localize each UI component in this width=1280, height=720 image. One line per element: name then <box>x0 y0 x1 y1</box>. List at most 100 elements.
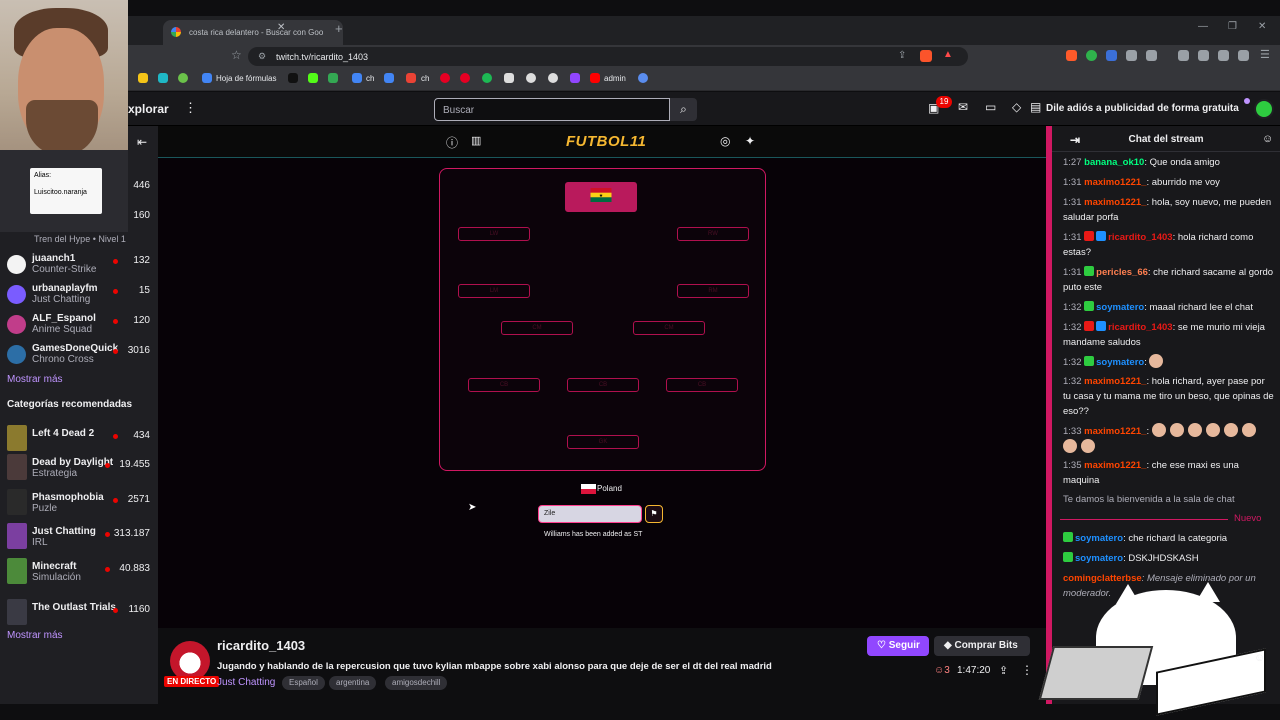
streamer-avatar[interactable] <box>170 641 210 681</box>
sidebar-channel-juaanch1[interactable]: juaanch1 Counter-Strike 132 <box>0 252 158 282</box>
kick-icon[interactable] <box>308 73 318 83</box>
media-extension-icon[interactable] <box>1146 50 1157 61</box>
bookmark-icon[interactable] <box>526 73 536 83</box>
bookmark-icon[interactable] <box>138 73 148 83</box>
sidebar-category-dead-by-daylight[interactable]: Dead by Daylight Estrategia 19.455 <box>0 454 158 486</box>
minimize-icon[interactable]: — <box>1198 21 1208 32</box>
emoji-icon[interactable]: ☺ <box>1254 652 1265 664</box>
position-slot-gk[interactable]: GK <box>567 435 639 449</box>
stream-player[interactable]: ⓘ ▥ FUTBOL11 ◎ ✦ LW RW LM RM CM CM CB CB… <box>158 126 1046 628</box>
show-more-categories[interactable]: Mostrar más <box>7 630 63 641</box>
stats-icon[interactable]: ▥ <box>471 134 481 147</box>
chat-user[interactable]: banana_ok10 <box>1084 157 1144 168</box>
sidebar-category-just-chatting[interactable]: Just Chatting IRL 313.187 <box>0 523 158 555</box>
twitter-icon[interactable]: ✦ <box>745 134 755 148</box>
player-guess-input[interactable]: Zile <box>538 505 642 523</box>
tiktok-icon[interactable] <box>288 73 298 83</box>
twitch-icon[interactable] <box>570 73 580 83</box>
position-slot-rm[interactable]: RM <box>677 284 749 298</box>
mail-icon[interactable]: ✉ <box>958 100 968 114</box>
explore-link[interactable]: xplorar <box>128 102 169 116</box>
bookmark-icon[interactable] <box>178 73 188 83</box>
share-icon[interactable]: ⇪ <box>898 50 906 61</box>
fox-extension-icon[interactable] <box>1066 50 1077 61</box>
chat-user[interactable]: soymatero <box>1096 302 1144 313</box>
streamer-name[interactable]: ricardito_1403 <box>217 638 305 653</box>
chat-user[interactable]: maximo1221_ <box>1084 177 1146 188</box>
position-slot-lm[interactable]: LM <box>458 284 530 298</box>
bookmark-star-icon[interactable]: ☆ <box>231 48 242 62</box>
bookmark-admin[interactable]: admin <box>604 74 626 83</box>
bookmark-icon[interactable] <box>158 73 168 83</box>
ad-free-link[interactable]: Dile adiós a publicidad de forma gratuit… <box>1046 103 1239 114</box>
ai-icon[interactable] <box>1218 50 1229 61</box>
brave-rewards-icon[interactable]: ▲ <box>943 49 953 60</box>
chat-user[interactable]: soymatero <box>1075 533 1123 544</box>
site-info-icon[interactable]: ⚙ <box>258 51 266 62</box>
submit-flag-button[interactable]: ⚑ <box>645 505 663 523</box>
sidebar-toggle-icon[interactable] <box>1178 50 1189 61</box>
sidebar-category-phasmophobia[interactable]: Phasmophobia Puzle 2571 <box>0 489 158 521</box>
chat-user[interactable]: maximo1221_ <box>1084 460 1146 471</box>
collapse-icon[interactable]: ⇤ <box>137 135 147 149</box>
chat-user[interactable]: maximo1221_ <box>1084 426 1146 437</box>
url-bar[interactable]: ⚙ twitch.tv/ricardito_1403 ⇪ ▲ <box>248 47 968 66</box>
share-icon[interactable]: ⇪ <box>999 664 1008 677</box>
wallet-icon[interactable] <box>1198 50 1209 61</box>
chat-user[interactable]: pericles_66 <box>1096 267 1148 278</box>
crown-icon[interactable]: ◇ <box>1012 100 1021 114</box>
bookmark-icon[interactable] <box>638 73 648 83</box>
vpn-icon[interactable] <box>1238 50 1249 61</box>
stream-category-link[interactable]: Just Chatting <box>217 677 275 688</box>
position-slot-cb[interactable]: CB <box>468 378 540 392</box>
spotify-icon[interactable] <box>482 73 492 83</box>
window-close-icon[interactable]: ✕ <box>1258 21 1266 32</box>
whispers-icon[interactable]: ▭ <box>985 100 996 114</box>
bookmark-ch[interactable]: ch <box>366 74 374 83</box>
puzzle-extension-icon[interactable] <box>1126 50 1137 61</box>
close-icon[interactable]: ✕ <box>277 22 285 33</box>
follow-button[interactable]: ♡ Seguir <box>867 636 929 656</box>
sidebar-category-minecraft[interactable]: Minecraft Simulación 40.883 <box>0 558 158 590</box>
bookmark-icon[interactable] <box>384 73 394 83</box>
position-slot-cb-3[interactable]: CB <box>666 378 738 392</box>
more-options-icon[interactable]: ⋮ <box>1021 663 1033 677</box>
chat-user[interactable]: maximo1221_ <box>1084 197 1146 208</box>
whatsapp-extension-icon[interactable] <box>1086 50 1097 61</box>
tag-espanol[interactable]: Español <box>282 676 325 690</box>
bookmark-icon[interactable] <box>548 73 558 83</box>
pinterest-icon[interactable] <box>460 73 470 83</box>
position-slot-lw[interactable]: LW <box>458 227 530 241</box>
sidebar-channel-urbanaplayfm[interactable]: urbanaplayfm Just Chatting 15 <box>0 282 158 312</box>
sidebar-channel-gamesdonequick[interactable]: GamesDoneQuick Chrono Cross 3016 <box>0 342 158 372</box>
bookmark-hoja-formulas[interactable]: Hoja de fórmulas <box>216 74 276 83</box>
sidebar-channel-alf-espanol[interactable]: ALF_Espanol Anime Squad 120 <box>0 312 158 342</box>
maximize-icon[interactable]: ❐ <box>1228 21 1237 32</box>
chat-user[interactable]: maximo1221_ <box>1084 376 1146 387</box>
pinterest-icon[interactable] <box>440 73 450 83</box>
browser-tab[interactable]: costa rica delantero - Buscar con Goo <box>163 20 343 45</box>
sidebar-category-outlast-trials[interactable]: The Outlast Trials 1160 <box>0 599 158 631</box>
more-icon[interactable]: ⋮ <box>184 100 197 116</box>
user-avatar[interactable] <box>1254 99 1274 119</box>
brave-shield-icon[interactable] <box>920 50 932 62</box>
chat-user[interactable]: ricardito_1403 <box>1108 322 1172 333</box>
filled-player-slot[interactable] <box>565 182 637 212</box>
shield-extension-icon[interactable] <box>1106 50 1117 61</box>
show-more-channels[interactable]: Mostrar más <box>7 374 63 385</box>
chat-user[interactable]: soymatero <box>1075 553 1123 564</box>
chat-user[interactable]: soymatero <box>1096 357 1144 368</box>
buy-bits-button[interactable]: ◆ Comprar Bits <box>934 636 1030 656</box>
instagram-icon[interactable]: ◎ <box>720 134 730 148</box>
new-tab-button[interactable]: + <box>335 21 343 36</box>
collapse-chat-icon[interactable]: ⇥ <box>1070 133 1080 147</box>
menu-icon[interactable]: ☰ <box>1260 48 1270 61</box>
bookmark-icon[interactable] <box>504 73 514 83</box>
position-slot-cb-2[interactable]: CB <box>567 378 639 392</box>
tag-amigosdechill[interactable]: amigosdechill <box>385 676 448 690</box>
info-icon[interactable]: ⓘ <box>446 134 458 151</box>
drive-icon[interactable] <box>328 73 338 83</box>
chat-user[interactable]: ricardito_1403 <box>1108 232 1172 243</box>
tag-argentina[interactable]: argentina <box>329 676 377 690</box>
position-slot-rw[interactable]: RW <box>677 227 749 241</box>
